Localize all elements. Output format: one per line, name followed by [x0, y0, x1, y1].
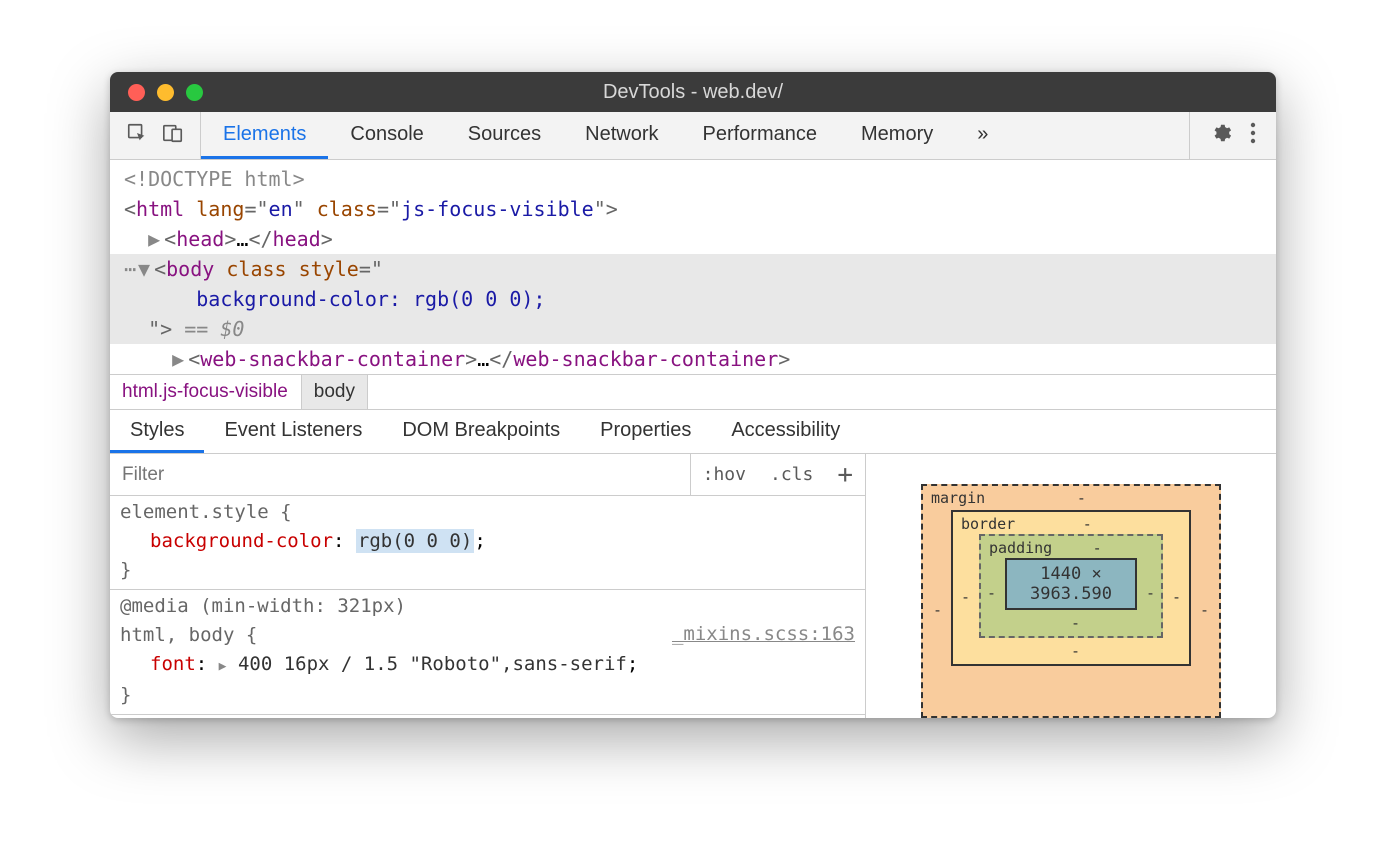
toolbar-right — [1189, 112, 1276, 159]
tabs-overflow[interactable]: » — [955, 112, 1010, 159]
subtab-dom-breakpoints[interactable]: DOM Breakpoints — [382, 410, 580, 453]
kebab-icon[interactable] — [1250, 122, 1256, 149]
zoom-icon[interactable] — [186, 84, 203, 101]
traffic-lights — [128, 84, 203, 101]
box-model-padding[interactable]: padding - - - - 1440 × 3963.590 — [979, 534, 1163, 638]
dom-body-selected[interactable]: ⋯▼<body class style=" background-color: … — [110, 254, 1276, 344]
box-model-pane: margin - - - border - - - - padding - - … — [866, 454, 1276, 718]
box-model-border[interactable]: border - - - - padding - - - - 1440 × 39… — [951, 510, 1191, 666]
close-icon[interactable] — [128, 84, 145, 101]
rule-media[interactable]: @media (min-width: 321px) html, body { _… — [110, 590, 865, 715]
dom-html[interactable]: <html lang="en" class="js-focus-visible"… — [110, 194, 1276, 224]
filter-input[interactable] — [110, 464, 690, 486]
tab-network[interactable]: Network — [563, 112, 680, 159]
crumb-html[interactable]: html.js-focus-visible — [110, 375, 301, 409]
breadcrumb: html.js-focus-visible body — [110, 374, 1276, 409]
dom-head[interactable]: ▶<head>…</head> — [110, 224, 1276, 254]
box-model-margin[interactable]: margin - - - border - - - - padding - - … — [921, 484, 1221, 718]
rule-element-style[interactable]: element.style { background-color: rgb(0 … — [110, 496, 865, 590]
dom-doctype: <!DOCTYPE html> — [110, 164, 1276, 194]
new-rule-button[interactable]: + — [825, 454, 865, 495]
inspect-icon[interactable] — [126, 122, 148, 149]
device-icon[interactable] — [162, 122, 184, 149]
tab-performance[interactable]: Performance — [681, 112, 840, 159]
minimize-icon[interactable] — [157, 84, 174, 101]
styles-pane: :hov .cls + element.style { background-c… — [110, 454, 866, 718]
style-rules: element.style { background-color: rgb(0 … — [110, 496, 865, 715]
source-link[interactable]: _mixins.scss:163 — [672, 620, 855, 649]
filter-row: :hov .cls + — [110, 454, 865, 496]
window-title: DevTools - web.dev/ — [603, 81, 783, 104]
dom-snackbar[interactable]: ▶<web-snackbar-container>…</web-snackbar… — [110, 344, 1276, 374]
hov-button[interactable]: :hov — [691, 454, 758, 495]
tab-elements[interactable]: Elements — [201, 112, 328, 159]
lower-pane: :hov .cls + element.style { background-c… — [110, 454, 1276, 718]
sidebar-tabs: Styles Event Listeners DOM Breakpoints P… — [110, 409, 1276, 454]
dom-tree[interactable]: <!DOCTYPE html> <html lang="en" class="j… — [110, 160, 1276, 374]
subtab-accessibility[interactable]: Accessibility — [711, 410, 860, 453]
main-toolbar: Elements Console Sources Network Perform… — [110, 112, 1276, 160]
crumb-body[interactable]: body — [301, 375, 368, 409]
devtools-window: DevTools - web.dev/ Elements Console Sou… — [110, 72, 1276, 718]
titlebar: DevTools - web.dev/ — [110, 72, 1276, 112]
tab-sources[interactable]: Sources — [446, 112, 563, 159]
subtab-properties[interactable]: Properties — [580, 410, 711, 453]
subtab-event-listeners[interactable]: Event Listeners — [204, 410, 382, 453]
tab-memory[interactable]: Memory — [839, 112, 955, 159]
panel-tabs: Elements Console Sources Network Perform… — [201, 112, 1010, 159]
tab-console[interactable]: Console — [328, 112, 445, 159]
subtab-styles[interactable]: Styles — [110, 410, 204, 453]
toolbar-icons — [110, 112, 201, 159]
box-model-content[interactable]: 1440 × 3963.590 — [1005, 558, 1137, 610]
cls-button[interactable]: .cls — [758, 454, 825, 495]
gear-icon[interactable] — [1210, 122, 1232, 149]
